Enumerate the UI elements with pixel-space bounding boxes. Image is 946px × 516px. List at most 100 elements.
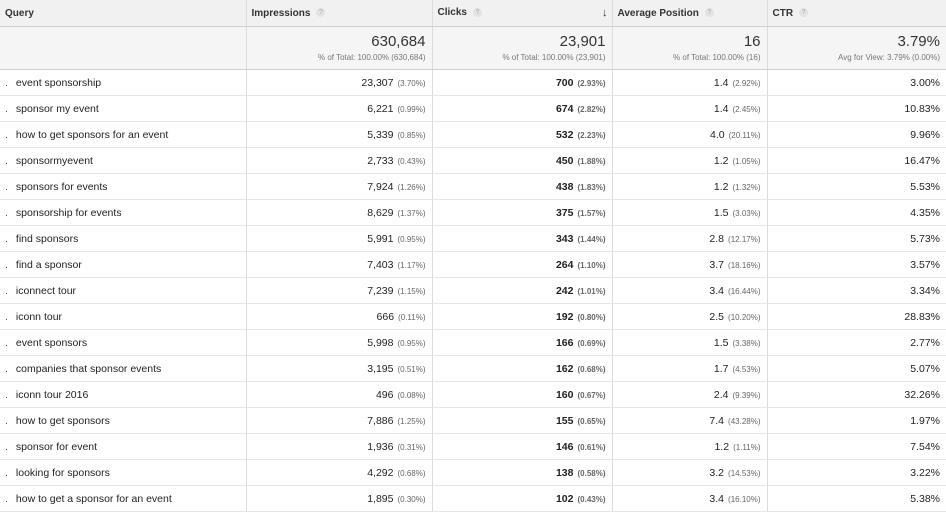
- query-cell: . find a sponsor: [0, 251, 247, 278]
- query-link[interactable]: iconnect tour: [16, 285, 76, 297]
- clicks-value: 343: [555, 232, 574, 245]
- query-link[interactable]: how to get a sponsor for an event: [16, 493, 172, 505]
- average-position-cell: 1.2 (1.05%): [612, 147, 768, 174]
- query-link[interactable]: sponsormyevent: [16, 155, 93, 167]
- row-bullet: .: [5, 154, 8, 167]
- query-link[interactable]: event sponsorship: [16, 77, 101, 89]
- row-bullet: .: [5, 258, 8, 271]
- help-icon[interactable]: ?: [316, 8, 326, 18]
- row-bullet: .: [5, 362, 8, 375]
- ctr-value: 3.00%: [910, 76, 940, 89]
- ctr-cell: 3.57%: [767, 251, 946, 278]
- table-row: . looking for sponsors 4,292 (0.68%) 138 (0…: [0, 459, 946, 486]
- impressions-percent: (0.99%): [397, 104, 426, 114]
- query-link[interactable]: find a sponsor: [16, 259, 82, 271]
- table-row: . how to get sponsors 7,886 (1.25%) 155 (0.…: [0, 407, 946, 434]
- clicks-value: 160: [555, 388, 574, 401]
- column-label: Clicks: [437, 7, 467, 18]
- table-row: . iconn tour 2016 496 (0.08%) 160 (0.67%) 2…: [0, 381, 946, 408]
- impressions-percent: (1.26%): [397, 182, 426, 192]
- impressions-percent: (1.25%): [397, 416, 426, 426]
- column-header-ctr[interactable]: CTR?: [767, 0, 946, 27]
- ctr-cell: 10.83%: [767, 95, 946, 122]
- query-link[interactable]: how to get sponsors: [16, 415, 110, 427]
- clicks-cell: 438 (1.83%): [432, 173, 613, 200]
- query-link[interactable]: how to get sponsors for an event: [16, 129, 168, 141]
- impressions-value: 7,403: [367, 258, 394, 271]
- query-link[interactable]: sponsors for events: [16, 181, 108, 193]
- clicks-cell: 264 (1.10%): [432, 251, 613, 278]
- position-value: 3.7: [709, 258, 725, 271]
- position-value: 1.2: [713, 180, 729, 193]
- table-row: . how to get a sponsor for an event 1,895…: [0, 485, 946, 512]
- query-cell: . sponsors for events: [0, 173, 247, 200]
- average-position-cell: 7.4 (43.28%): [612, 407, 768, 434]
- ctr-value: 4.35%: [910, 206, 940, 219]
- impressions-percent: (3.70%): [397, 78, 426, 88]
- clicks-percent: (0.69%): [577, 338, 606, 348]
- column-header-average-position[interactable]: Average Position?: [612, 0, 768, 27]
- query-link[interactable]: iconn tour 2016: [16, 389, 88, 401]
- query-link[interactable]: event sponsors: [16, 337, 87, 349]
- totals-subtext: % of Total: 100.00% (16): [673, 53, 761, 62]
- column-header-clicks[interactable]: Clicks? ↓: [432, 0, 613, 27]
- position-percent: (2.45%): [732, 104, 761, 114]
- row-bullet: .: [5, 102, 8, 115]
- position-value: 1.4: [713, 76, 729, 89]
- query-link[interactable]: companies that sponsor events: [16, 363, 161, 375]
- average-position-cell: 2.8 (12.17%): [612, 225, 768, 252]
- help-icon[interactable]: ?: [799, 8, 809, 18]
- query-link[interactable]: sponsor my event: [16, 103, 99, 115]
- column-header-impressions[interactable]: Impressions?: [246, 0, 433, 27]
- clicks-value: 532: [555, 128, 574, 141]
- query-cell: . find sponsors: [0, 225, 247, 252]
- ctr-cell: 28.83%: [767, 303, 946, 330]
- query-link[interactable]: find sponsors: [16, 233, 78, 245]
- column-header-query[interactable]: Query: [0, 0, 247, 27]
- position-percent: (1.11%): [733, 442, 761, 452]
- totals-value: 16: [743, 33, 761, 50]
- average-position-cell: 2.4 (9.39%): [612, 381, 768, 408]
- impressions-value: 4,292: [367, 466, 394, 479]
- clicks-value: 700: [555, 76, 574, 89]
- query-link[interactable]: sponsorship for events: [16, 207, 122, 219]
- query-cell: . sponsorship for events: [0, 199, 247, 226]
- average-position-cell: 1.5 (3.03%): [612, 199, 768, 226]
- column-label: Average Position: [617, 7, 699, 19]
- row-bullet: .: [5, 492, 8, 505]
- clicks-percent: (0.61%): [577, 442, 606, 452]
- ctr-cell: 3.34%: [767, 277, 946, 304]
- query-cell: . event sponsorship: [0, 69, 247, 96]
- position-value: 4.0: [710, 128, 725, 141]
- row-bullet: .: [5, 466, 8, 479]
- average-position-cell: 3.2 (14.53%): [612, 459, 768, 486]
- position-percent: (18.16%): [728, 260, 761, 270]
- impressions-value: 3,195: [367, 362, 394, 375]
- ctr-value: 2.77%: [910, 336, 940, 349]
- row-bullet: .: [5, 388, 8, 401]
- position-value: 1.5: [713, 336, 729, 349]
- position-percent: (20.11%): [728, 130, 761, 140]
- average-position-cell: 2.5 (10.20%): [612, 303, 768, 330]
- query-link[interactable]: sponsor for event: [16, 441, 97, 453]
- help-icon[interactable]: ?: [472, 7, 482, 17]
- clicks-value: 674: [555, 102, 574, 115]
- ctr-cell: 5.07%: [767, 355, 946, 382]
- query-link[interactable]: iconn tour: [16, 311, 62, 323]
- totals-subtext: Avg for View: 3.79% (0.00%): [838, 53, 940, 62]
- help-icon[interactable]: ?: [704, 8, 714, 18]
- totals-average-position: 16 % of Total: 100.00% (16): [612, 26, 768, 70]
- sort-descending-arrow-icon[interactable]: ↓: [602, 7, 612, 19]
- impressions-percent: (0.43%): [397, 156, 426, 166]
- query-link[interactable]: looking for sponsors: [16, 467, 110, 479]
- impressions-value: 666: [376, 310, 395, 323]
- position-value: 7.4: [709, 414, 725, 427]
- average-position-cell: 1.4 (2.45%): [612, 95, 768, 122]
- position-percent: (14.53%): [728, 468, 761, 478]
- ctr-value: 3.34%: [910, 284, 940, 297]
- clicks-value: 162: [555, 362, 574, 375]
- ctr-value: 28.83%: [904, 310, 940, 323]
- position-percent: (3.38%): [732, 338, 761, 348]
- clicks-cell: 155 (0.65%): [432, 407, 613, 434]
- query-cell: . iconn tour: [0, 303, 247, 330]
